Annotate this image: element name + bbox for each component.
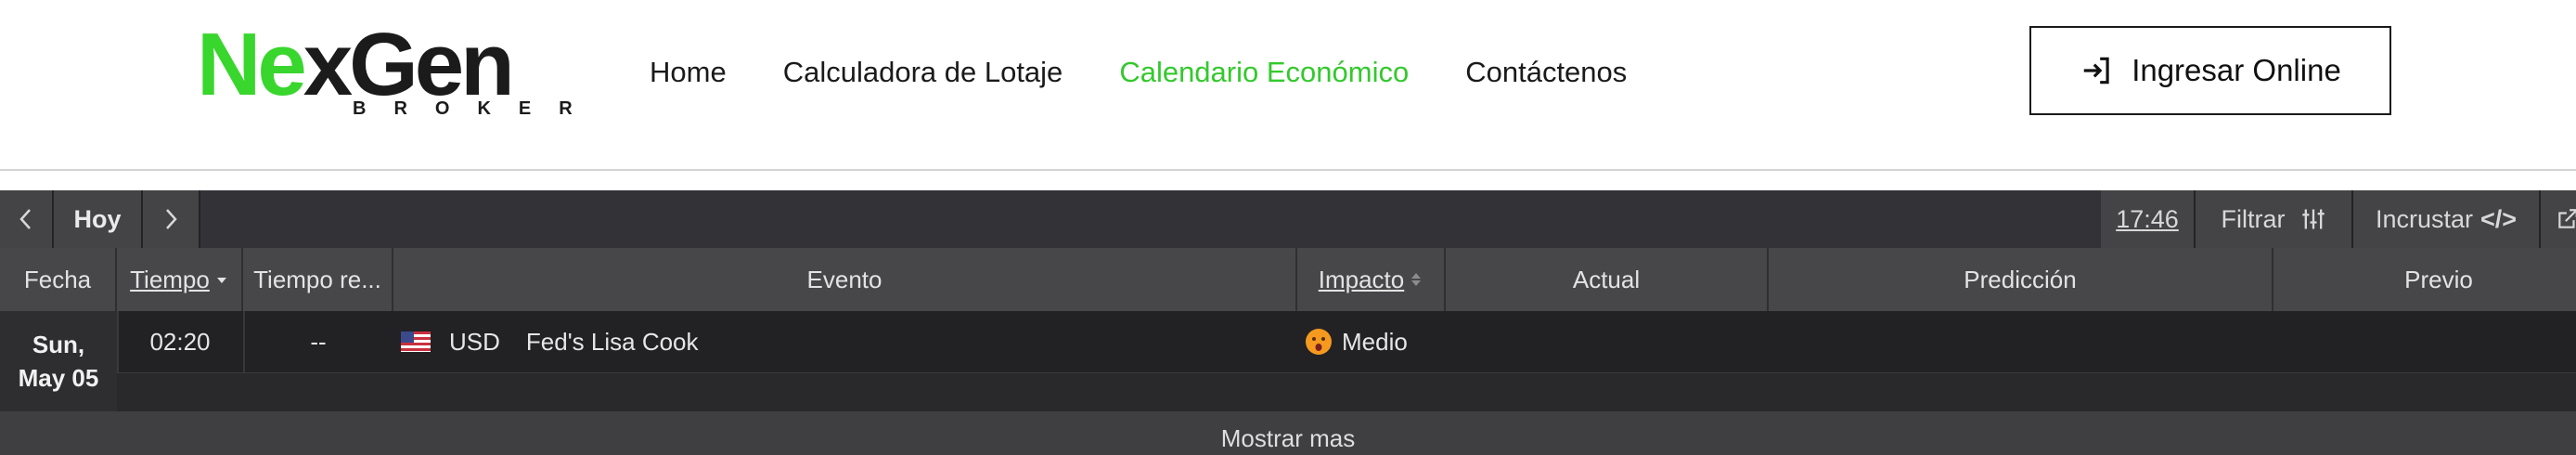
- nav-contact[interactable]: Contáctenos: [1465, 54, 1627, 91]
- embed-button[interactable]: Incrustar </>: [2353, 190, 2541, 248]
- event-date: Sun, May 05: [0, 311, 119, 411]
- today-button[interactable]: Hoy: [54, 190, 143, 248]
- event-time: 02:20: [149, 327, 211, 356]
- event-date-day: Sun,: [32, 331, 85, 358]
- external-link-icon: [2558, 209, 2576, 228]
- event-currency: USD: [449, 327, 500, 356]
- col-previous: Previo: [2404, 265, 2473, 293]
- chevron-right-icon: [166, 209, 177, 229]
- nav-economic-calendar[interactable]: Calendario Económico: [1119, 54, 1409, 91]
- filter-label: Filtrar: [2221, 204, 2286, 233]
- event-name[interactable]: Fed's Lisa Cook: [526, 328, 699, 357]
- event-previous: [2273, 311, 2576, 372]
- col-time-label: Tiempo: [130, 265, 210, 293]
- event-remaining: --: [310, 327, 327, 356]
- filter-button[interactable]: Filtrar: [2196, 190, 2353, 248]
- col-impact-label: Impacto: [1318, 265, 1405, 293]
- event-row[interactable]: 02:20 -- USD Fed's Lisa Cook Medio: [0, 311, 2576, 372]
- event-impact: Medio: [1305, 311, 1444, 372]
- code-icon: </>: [2480, 204, 2518, 233]
- sort-both-icon: [1411, 273, 1422, 286]
- col-forecast: Predicción: [1769, 248, 2273, 311]
- main-nav: Home Calculadora de Lotaje Calendario Ec…: [650, 54, 1627, 91]
- logo-subtitle: BROKER: [353, 98, 600, 119]
- nav-lot-calculator[interactable]: Calculadora de Lotaje: [783, 54, 1063, 91]
- logo-part-ne: Ne: [197, 15, 307, 114]
- header-divider: [0, 169, 2576, 171]
- site-header: NexGen BROKER Home Calculadora de Lotaje…: [0, 0, 2576, 169]
- col-event: Evento: [393, 248, 1297, 311]
- prev-day-button[interactable]: [0, 190, 54, 248]
- login-button[interactable]: Ingresar Online: [2029, 26, 2391, 115]
- sort-desc-icon: [216, 278, 226, 283]
- col-time-sortable[interactable]: Tiempo: [117, 248, 243, 311]
- impact-label: Medio: [1342, 327, 1408, 356]
- open-external-button[interactable]: [2541, 190, 2576, 248]
- current-time-link[interactable]: 17:46: [2101, 190, 2196, 248]
- nav-home[interactable]: Home: [650, 54, 727, 91]
- column-headers: Fecha Tiempo Tiempo re... Evento Impacto…: [0, 248, 2576, 311]
- event-info: USD Fed's Lisa Cook: [401, 311, 1292, 372]
- surprised-face-icon: [1306, 329, 1332, 355]
- sliders-icon: [2301, 209, 2325, 229]
- event-detail-row: [117, 372, 2576, 412]
- row-separator: [243, 311, 245, 372]
- col-impact-sortable[interactable]: Impacto: [1297, 248, 1446, 311]
- col-date: Fecha: [0, 248, 117, 311]
- chevron-left-icon: [19, 209, 31, 229]
- event-date-month: May 05: [18, 364, 99, 392]
- logo-part-x: x: [303, 15, 353, 114]
- us-flag-icon: [401, 332, 431, 352]
- nexgen-logo[interactable]: NexGen BROKER: [197, 20, 586, 124]
- login-icon: [2083, 57, 2109, 84]
- event-forecast: [1769, 311, 2273, 372]
- col-actual: Actual: [1446, 248, 1769, 311]
- next-day-button[interactable]: [143, 190, 200, 248]
- event-actual: [1446, 311, 1769, 372]
- logo-wordmark: NexGen: [197, 20, 515, 110]
- show-more-label: Mostrar mas: [1220, 424, 1356, 452]
- economic-calendar-widget: Hoy 17:46 Filtrar Incrustar </> Fecha Ti…: [0, 190, 2576, 455]
- show-more-button[interactable]: Mostrar mas: [0, 411, 2576, 455]
- embed-label: Incrustar: [2375, 204, 2473, 233]
- calendar-toolbar: Hoy 17:46 Filtrar Incrustar </>: [0, 190, 2576, 248]
- col-remaining: Tiempo re...: [243, 248, 393, 311]
- current-time: 17:46: [2116, 204, 2179, 233]
- login-label: Ingresar Online: [2132, 53, 2341, 87]
